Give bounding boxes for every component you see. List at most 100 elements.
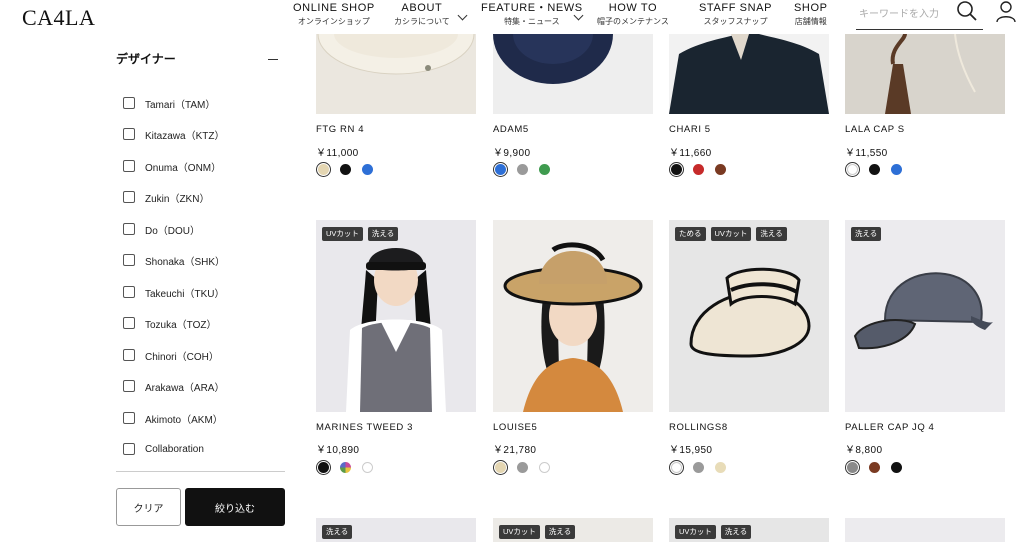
filter-item[interactable]: Kitazawa（KTZ） (123, 127, 224, 142)
filter-item[interactable]: Tozuka（TOZ） (123, 316, 217, 331)
filter-item[interactable]: Chinori（COH） (123, 348, 219, 363)
product-image[interactable]: 洗える (845, 220, 1005, 412)
color-swatch[interactable] (845, 460, 860, 475)
filter-label: Zukin（ZKN） (145, 193, 210, 205)
checkbox[interactable] (123, 380, 135, 392)
product-name[interactable]: ROLLINGS8 (669, 422, 728, 433)
product-name[interactable]: ADAM5 (493, 124, 529, 135)
color-swatch[interactable] (493, 162, 508, 177)
search-input[interactable] (859, 5, 953, 23)
nav-feature-news[interactable]: FEATURE・NEWS 特集・ニュース (481, 2, 583, 28)
product-image[interactable]: 洗える (316, 518, 476, 542)
product-name[interactable]: LALA CAP S (845, 124, 905, 135)
nav-how-to[interactable]: HOW TO 帽子のメンテナンス (597, 2, 669, 28)
product-image[interactable] (493, 34, 653, 114)
product-image[interactable]: UVカット 洗える (316, 220, 476, 412)
product-image[interactable] (845, 34, 1005, 114)
color-swatch[interactable] (867, 460, 882, 475)
checkbox[interactable] (123, 223, 135, 235)
color-swatch[interactable] (360, 460, 375, 475)
product-name[interactable]: LOUISE5 (493, 422, 537, 433)
checkbox[interactable] (123, 349, 135, 361)
product-price: ￥9,900 (493, 148, 531, 159)
filter-item[interactable]: Akimoto（AKM） (123, 411, 223, 426)
product-price: ￥10,890 (316, 445, 360, 456)
nav-staff-snap[interactable]: STAFF SNAP スタッフスナップ (699, 2, 772, 28)
checkbox[interactable] (123, 97, 135, 109)
filter-item[interactable]: Tamari（TAM） (123, 96, 216, 111)
checkbox[interactable] (123, 191, 135, 203)
badge: 洗える (322, 525, 353, 539)
color-swatch[interactable] (537, 460, 552, 475)
filter-label: Collaboration (145, 443, 204, 455)
filter-item[interactable]: Do（DOU） (123, 222, 200, 237)
product-image[interactable] (316, 34, 476, 114)
color-swatch[interactable] (713, 460, 728, 475)
color-swatch[interactable] (515, 162, 530, 177)
filter-item[interactable]: Onuma（ONM） (123, 159, 222, 174)
site-logo[interactable]: CA4LA (22, 5, 95, 31)
filter-item[interactable]: Takeuchi（TKU） (123, 285, 224, 300)
color-swatch[interactable] (493, 460, 508, 475)
search-icon[interactable] (956, 0, 978, 22)
product-image[interactable] (845, 518, 1005, 542)
product-image[interactable] (669, 34, 829, 114)
color-swatch[interactable] (669, 460, 684, 475)
color-swatch[interactable] (338, 460, 353, 475)
color-swatch[interactable] (889, 460, 904, 475)
chevron-down-icon[interactable] (457, 10, 468, 21)
checkbox[interactable] (123, 443, 135, 455)
minus-icon[interactable] (268, 59, 278, 60)
product-image[interactable]: ためる UVカット 洗える (669, 220, 829, 412)
checkbox[interactable] (123, 412, 135, 424)
product-name[interactable]: MARINES TWEED 3 (316, 422, 413, 433)
filter-item[interactable]: Collaboration (123, 442, 204, 456)
color-swatch[interactable] (691, 460, 706, 475)
product-image[interactable]: UVカット 洗える (669, 518, 829, 542)
color-swatch[interactable] (338, 162, 353, 177)
badge: 洗える (851, 227, 882, 241)
product-name[interactable]: PALLER CAP JQ 4 (845, 422, 934, 433)
nav-label: ABOUT (401, 2, 443, 14)
color-swatches (316, 162, 375, 177)
model-image (493, 220, 653, 412)
product-name[interactable]: CHARI 5 (669, 124, 711, 135)
color-swatch[interactable] (537, 162, 552, 177)
nav-sublabel: スタッフスナップ (703, 17, 768, 26)
apply-filter-button[interactable]: 絞り込む (185, 488, 285, 526)
color-swatch[interactable] (713, 162, 728, 177)
checkbox[interactable] (123, 317, 135, 329)
filter-label: Onuma（ONM） (145, 162, 222, 174)
nav-online-shop[interactable]: ONLINE SHOP オンラインショップ (293, 2, 375, 28)
color-swatch[interactable] (316, 162, 331, 177)
color-swatch[interactable] (515, 460, 530, 475)
badge: 洗える (756, 227, 787, 241)
filter-label: Tamari（TAM） (145, 99, 216, 111)
color-swatch[interactable] (867, 162, 882, 177)
user-icon[interactable] (996, 1, 1016, 23)
nav-shop[interactable]: SHOP 店舗情報 (794, 2, 828, 28)
filter-item[interactable]: Arakawa（ARA） (123, 379, 224, 394)
filter-item[interactable]: Zukin（ZKN） (123, 190, 210, 205)
checkbox[interactable] (123, 160, 135, 172)
color-swatch[interactable] (360, 162, 375, 177)
nav-sublabel: 帽子のメンテナンス (597, 17, 669, 26)
color-swatch[interactable] (691, 162, 706, 177)
nav-about[interactable]: ABOUT カシラについて (394, 2, 450, 28)
color-swatch[interactable] (889, 162, 904, 177)
filter-item[interactable]: Shonaka（SHK） (123, 253, 226, 268)
badge-group: UVカット 洗える (675, 525, 752, 539)
checkbox[interactable] (123, 128, 135, 140)
color-swatch[interactable] (669, 162, 684, 177)
product-image[interactable]: UVカット 洗える (493, 518, 653, 542)
product-name[interactable]: FTG RN 4 (316, 124, 364, 135)
color-swatch[interactable] (845, 162, 860, 177)
product-image[interactable] (493, 220, 653, 412)
filter-label: Shonaka（SHK） (145, 256, 226, 268)
badge: UVカット (710, 227, 752, 241)
clear-button[interactable]: クリア (116, 488, 181, 526)
color-swatch[interactable] (316, 460, 331, 475)
color-swatches (493, 162, 552, 177)
checkbox[interactable] (123, 254, 135, 266)
checkbox[interactable] (123, 286, 135, 298)
